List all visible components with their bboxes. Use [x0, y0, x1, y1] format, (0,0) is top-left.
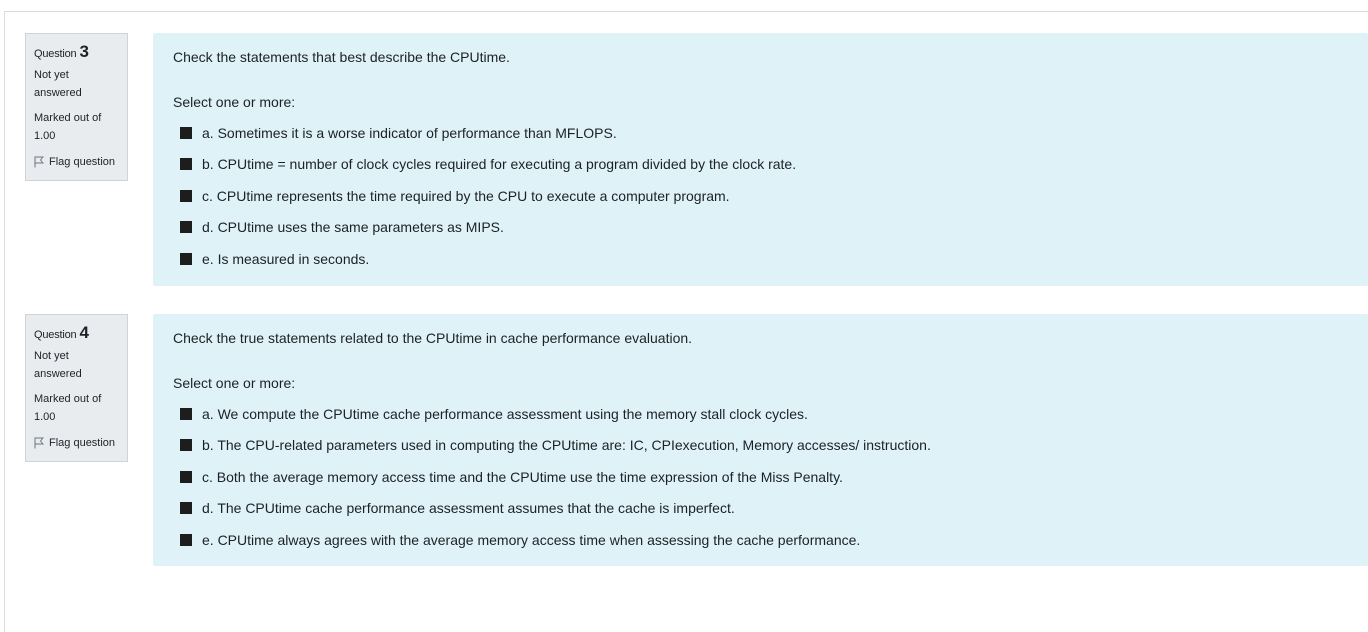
answer-checkbox[interactable] — [180, 502, 192, 515]
answer-label: d. The CPUtime cache performance assessm… — [202, 500, 735, 517]
question-state: Not yet answered — [34, 66, 104, 102]
question-state-line1: Not yet — [34, 350, 69, 362]
answer-checkbox[interactable] — [180, 252, 192, 265]
answer-label: e. Is measured in seconds. — [202, 250, 370, 267]
answer-label: e. CPUtime always agrees with the averag… — [202, 531, 861, 548]
answer-checkbox[interactable] — [180, 470, 192, 483]
answer-label: c. CPUtime represents the time required … — [202, 187, 730, 204]
question-state: Not yet answered — [34, 347, 104, 383]
question-number-value: 3 — [79, 42, 89, 61]
flag-question-button[interactable]: Flag question — [34, 434, 119, 452]
question-state-line1: Not yet — [34, 69, 69, 81]
answer-option-a[interactable]: a. Sometimes it is a worse indicator of … — [173, 117, 1348, 149]
question-content: Check the true statements related to the… — [153, 314, 1368, 566]
flag-question-label: Flag question — [49, 437, 116, 449]
answer-option-e[interactable]: e. CPUtime always agrees with the averag… — [173, 524, 1348, 556]
answer-label: a. Sometimes it is a worse indicator of … — [202, 124, 617, 141]
question-grade: Marked out of 1.00 — [34, 393, 102, 423]
answer-option-d[interactable]: d. CPUtime uses the same parameters as M… — [173, 212, 1348, 244]
question-state-line2: answered — [34, 368, 82, 380]
answer-option-c[interactable]: c. Both the average memory access time a… — [173, 461, 1348, 493]
flag-question-label: Flag question — [49, 156, 116, 168]
question-number: Question 3 — [34, 42, 119, 62]
question-state-line2: answered — [34, 87, 82, 99]
question-number-value: 4 — [79, 323, 89, 342]
answer-option-b[interactable]: b. CPUtime = number of clock cycles requ… — [173, 149, 1348, 181]
question-text: Check the true statements related to the… — [173, 330, 693, 346]
answer-label: c. Both the average memory access time a… — [202, 468, 843, 485]
answer-prompt: Select one or more: — [173, 375, 296, 391]
question-grade: Marked out of 1.00 — [34, 112, 102, 142]
answer-option-b[interactable]: b. The CPU-related parameters used in co… — [173, 430, 1348, 462]
answer-option-a[interactable]: a. We compute the CPUtime cache performa… — [173, 398, 1348, 430]
answer-label: d. CPUtime uses the same parameters as M… — [202, 219, 504, 236]
answer-list: a. We compute the CPUtime cache performa… — [173, 398, 1348, 556]
answer-checkbox[interactable] — [180, 221, 192, 234]
answer-option-e[interactable]: e. Is measured in seconds. — [173, 243, 1348, 275]
question-label: Question — [34, 48, 77, 60]
answer-checkbox[interactable] — [180, 407, 192, 420]
answer-checkbox[interactable] — [180, 439, 192, 452]
question-label: Question — [34, 329, 77, 341]
answer-list: a. Sometimes it is a worse indicator of … — [173, 117, 1348, 275]
answer-checkbox[interactable] — [180, 158, 192, 171]
answer-option-c[interactable]: c. CPUtime represents the time required … — [173, 180, 1348, 212]
flag-icon — [34, 156, 44, 168]
answer-option-d[interactable]: d. The CPUtime cache performance assessm… — [173, 493, 1348, 525]
question-number: Question 4 — [34, 323, 119, 343]
answer-label: a. We compute the CPUtime cache performa… — [202, 405, 808, 422]
question-text: Check the statements that best describe … — [173, 49, 510, 65]
question-info: Question 3 Not yet answered Marked out o… — [25, 33, 128, 181]
answer-label: b. The CPU-related parameters used in co… — [202, 437, 931, 454]
question-content: Check the statements that best describe … — [153, 33, 1368, 286]
answer-checkbox[interactable] — [180, 189, 192, 202]
flag-question-button[interactable]: Flag question — [34, 153, 119, 171]
answer-prompt: Select one or more: — [173, 94, 296, 110]
question-info: Question 4 Not yet answered Marked out o… — [25, 314, 128, 462]
answer-label: b. CPUtime = number of clock cycles requ… — [202, 156, 797, 173]
answer-checkbox[interactable] — [180, 533, 192, 546]
flag-icon — [34, 437, 44, 449]
answer-checkbox[interactable] — [180, 126, 192, 139]
